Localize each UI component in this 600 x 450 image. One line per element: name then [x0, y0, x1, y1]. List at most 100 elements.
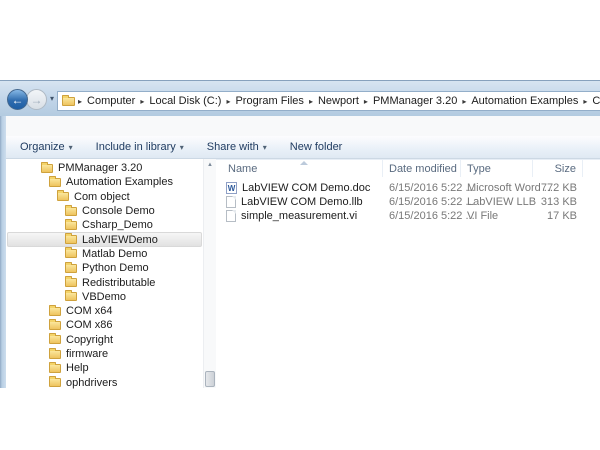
folder-icon	[65, 221, 77, 230]
tree-item-com-object[interactable]: Com object	[7, 190, 202, 204]
breadcrumb-label[interactable]: Newport	[315, 94, 362, 108]
folder-icon	[49, 178, 61, 187]
tree-item-ophdrivers[interactable]: ophdrivers	[7, 375, 202, 389]
file-type-cell: VI File	[461, 210, 533, 222]
tree-item-pmmanager-3-20[interactable]: PMManager 3.20	[7, 161, 202, 175]
breadcrumb-separator-icon: ▸	[138, 97, 146, 106]
folder-icon	[65, 264, 77, 273]
breadcrumb-label[interactable]: Program Files	[232, 94, 306, 108]
toolbar-button-organize[interactable]: Organize ▾	[12, 139, 81, 155]
tree-scrollbar[interactable]: ▲	[203, 159, 216, 388]
folder-icon	[65, 207, 77, 216]
breadcrumb-segment-com-object[interactable]: ▸ Com object	[581, 94, 600, 108]
scrollbar-thumb[interactable]	[205, 371, 215, 387]
breadcrumb-separator-icon: ▸	[581, 97, 589, 106]
menu-bar	[6, 116, 600, 136]
folder-icon	[49, 364, 61, 373]
explorer-window: ← → ▾ ▸ Computer ▸ Local Disk (C:) ▸ Pro…	[0, 80, 600, 388]
file-name-cell: simple_measurement.vi	[216, 210, 383, 222]
back-button[interactable]: ←	[7, 89, 28, 110]
toolbar-button-share-with[interactable]: Share with ▾	[199, 139, 275, 155]
tree-item-label: LabVIEWDemo	[82, 234, 158, 246]
content-area: PMManager 3.20 Automation Examples Com o…	[6, 159, 600, 388]
column-header-row: Name Date modified Type Size	[216, 159, 600, 177]
command-toolbar: Organize ▾ Include in library ▾ Share wi…	[6, 136, 600, 159]
tree-item-copyright[interactable]: Copyright	[7, 333, 202, 347]
tree-item-label: Python Demo	[82, 262, 149, 274]
breadcrumb-segment-local-disk-c[interactable]: ▸ Local Disk (C:)	[138, 94, 224, 108]
toolbar-button-label: Include in library	[96, 141, 176, 153]
toolbar-button-new-folder[interactable]: New folder	[282, 139, 351, 155]
folder-icon	[41, 164, 53, 173]
tree-item-automation-examples[interactable]: Automation Examples	[7, 175, 202, 189]
breadcrumb-label[interactable]: Computer	[84, 94, 138, 108]
tree-item-vbdemo[interactable]: VBDemo	[7, 290, 202, 304]
menu-item-edit[interactable]	[29, 124, 45, 128]
tree-item-label: Csharp_Demo	[82, 219, 153, 231]
file-name-cell: LabVIEW COM Demo.doc	[216, 182, 383, 194]
column-header-type[interactable]: Type	[461, 160, 533, 177]
breadcrumb-label[interactable]: Local Disk (C:)	[146, 94, 224, 108]
tree-item-console-demo[interactable]: Console Demo	[7, 204, 202, 218]
folder-icon	[65, 278, 77, 287]
tree-item-label: Console Demo	[82, 205, 155, 217]
file-date-cell: 6/15/2016 5:22 ...	[383, 196, 461, 208]
tree-item-matlab-demo[interactable]: Matlab Demo	[7, 247, 202, 261]
file-date-cell: 6/15/2016 5:22 ...	[383, 210, 461, 222]
file-size-cell: 772 KB	[533, 182, 583, 194]
recent-pages-caret-icon[interactable]: ▾	[50, 94, 54, 103]
tree-item-label: COM x64	[66, 305, 112, 317]
breadcrumb-label[interactable]: PMManager 3.20	[370, 94, 460, 108]
tree-item-csharp-demo[interactable]: Csharp_Demo	[7, 218, 202, 232]
tree-item-label: ophdrivers	[66, 377, 117, 389]
breadcrumb-separator-icon: ▸	[460, 97, 468, 106]
breadcrumb-label[interactable]: Automation Examples	[468, 94, 581, 108]
tree-item-label: Matlab Demo	[82, 248, 147, 260]
tree-item-help[interactable]: Help	[7, 361, 202, 375]
file-row-labview-com-demo-doc[interactable]: LabVIEW COM Demo.doc 6/15/2016 5:22 ... …	[216, 181, 600, 195]
folder-icon	[49, 335, 61, 344]
folder-icon	[65, 235, 77, 244]
file-name-cell: LabVIEW COM Demo.llb	[216, 196, 383, 208]
column-header-size[interactable]: Size	[533, 160, 583, 177]
toolbar-button-include-in-library[interactable]: Include in library ▾	[88, 139, 192, 155]
file-row-labview-com-demo-llb[interactable]: LabVIEW COM Demo.llb 6/15/2016 5:22 ... …	[216, 195, 600, 209]
file-name: LabVIEW COM Demo.doc	[242, 182, 370, 194]
column-header-date-modified[interactable]: Date modified	[383, 160, 461, 177]
breadcrumb-segment-program-files[interactable]: ▸ Program Files	[224, 94, 306, 108]
tree-item-python-demo[interactable]: Python Demo	[7, 261, 202, 275]
dropdown-caret-icon: ▾	[180, 143, 184, 152]
menu-item-file[interactable]	[13, 124, 29, 128]
breadcrumb-separator-icon: ▸	[76, 97, 84, 106]
file-row-simple-measurement-vi[interactable]: simple_measurement.vi 6/15/2016 5:22 ...…	[216, 209, 600, 223]
breadcrumb-segment-computer[interactable]: ▸ Computer	[76, 94, 138, 108]
tree-item-firmware[interactable]: firmware	[7, 347, 202, 361]
tree-item-com-x64[interactable]: COM x64	[7, 304, 202, 318]
address-bar[interactable]: ▸ Computer ▸ Local Disk (C:) ▸ Program F…	[57, 91, 600, 111]
tree-item-label: PMManager 3.20	[58, 162, 142, 174]
tree-item-com-x86[interactable]: COM x86	[7, 318, 202, 332]
tree-item-label: VBDemo	[82, 291, 126, 303]
file-type-cell: LabVIEW LLB	[461, 196, 533, 208]
word-document-icon	[226, 182, 237, 194]
folder-icon	[49, 378, 61, 387]
tree-item-labviewdemo[interactable]: LabVIEWDemo	[7, 232, 202, 246]
folder-icon	[65, 292, 77, 301]
forward-button[interactable]: →	[26, 89, 47, 110]
breadcrumb-separator-icon: ▸	[224, 97, 232, 106]
breadcrumb-segment-pmmanager-3-20[interactable]: ▸ PMManager 3.20	[362, 94, 460, 108]
tree-item-redistributable[interactable]: Redistributable	[7, 275, 202, 289]
scroll-up-icon[interactable]: ▲	[204, 159, 216, 172]
breadcrumb-segment-newport[interactable]: ▸ Newport	[307, 94, 362, 108]
tree-item-label: Automation Examples	[66, 176, 173, 188]
menu-item-view[interactable]	[45, 124, 61, 128]
file-date-cell: 6/15/2016 5:22 ...	[383, 182, 461, 194]
tree-item-label: firmware	[66, 348, 108, 360]
file-name: LabVIEW COM Demo.llb	[241, 196, 363, 208]
file-name: simple_measurement.vi	[241, 210, 357, 222]
menu-item-tools[interactable]	[61, 124, 77, 128]
menu-item-help[interactable]	[77, 124, 93, 128]
breadcrumb-label[interactable]: Com object	[589, 94, 600, 108]
breadcrumb-segment-automation-examples[interactable]: ▸ Automation Examples	[460, 94, 581, 108]
folder-icon	[49, 321, 61, 330]
